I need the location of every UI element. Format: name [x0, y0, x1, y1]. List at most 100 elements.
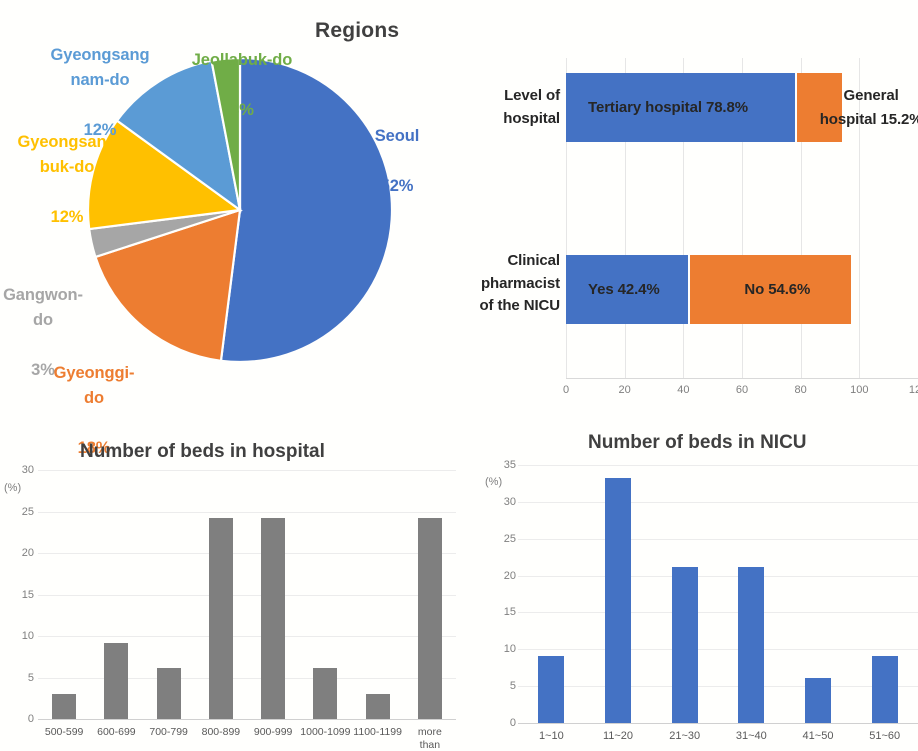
segment-label-general: General hospital 15.2%	[819, 87, 918, 128]
y-tick-label: 30	[21, 464, 34, 476]
bar[interactable]	[208, 518, 233, 719]
beds-nicu-plot-area	[518, 465, 918, 724]
stacked-bar-row-pharmacist: Yes 42.4% No 54.6%	[566, 255, 851, 324]
bar[interactable]	[261, 518, 286, 719]
pie-label-value: 3%	[230, 101, 254, 120]
x-category-label: more than 1200	[417, 726, 442, 751]
x-category-label: 700-799	[149, 726, 188, 738]
y-tick-label: 5	[27, 671, 34, 684]
pie-label-name: Gyeonggi- do	[53, 364, 135, 408]
x-tick-label: 20	[618, 384, 631, 396]
x-category-label: 21~30	[669, 730, 701, 742]
gridline	[518, 686, 918, 688]
x-tick-label: 100	[850, 384, 869, 396]
beds-in-nicu-chart: Number of beds in NICU (%) 0 5 10 15 20 25 30 3…	[470, 425, 918, 751]
pie-chart-title: Regions	[315, 19, 400, 42]
bar[interactable]	[417, 518, 442, 719]
x-tick-label: 80	[794, 384, 807, 396]
beds-hospital-title: Number of beds in hospital	[80, 441, 325, 462]
gridline	[518, 538, 918, 540]
segment-pharmacist-no[interactable]: No 54.6%	[690, 255, 851, 324]
y-tick-label: 0	[27, 713, 34, 725]
y-tick-label: 5	[509, 680, 516, 693]
pie-label-seoul: Seoul 52%	[352, 99, 442, 199]
category-label-clinical-pharmacist: Clinical pharmacist of the NICU	[479, 252, 560, 314]
bar[interactable]	[104, 643, 129, 719]
gridline	[518, 465, 918, 466]
segment-label-yes: Yes 42.4%	[588, 281, 660, 298]
segment-tertiary-hospital[interactable]: Tertiary hospital 78.8%	[566, 73, 798, 142]
figure-canvas: Regions Gyeongsang nam-do 12% Jeollabuk-…	[0, 0, 918, 751]
y-tick-label: 30	[503, 495, 516, 508]
segment-general-hospital[interactable]: General hospital 15.2%	[797, 73, 918, 142]
gridline	[38, 553, 456, 554]
y-tick-label: 10	[21, 630, 34, 642]
x-tick-label: 0	[562, 384, 570, 396]
bar[interactable]	[365, 694, 390, 719]
x-tick-label: 40	[677, 384, 690, 396]
x-category-label: 41~50	[802, 730, 834, 742]
pie-label-gyeongsangbuk-do: Gyeongsang buk-do 12%	[2, 105, 132, 230]
bar[interactable]	[52, 694, 77, 719]
x-category-label: 500-599	[44, 726, 84, 738]
x-category-label: 1000-1099	[300, 726, 351, 738]
regions-pie-chart: Regions Gyeongsang nam-do 12% Jeollabuk-…	[0, 0, 470, 457]
bar[interactable]	[805, 678, 831, 723]
y-tick-label: 25	[21, 505, 34, 518]
bar[interactable]	[538, 655, 565, 723]
x-category-label: 900-999	[253, 726, 293, 738]
beds-nicu-unit-label: (%)	[485, 476, 503, 488]
gridline	[38, 594, 456, 596]
y-tick-label: 0	[509, 717, 516, 729]
category-label-level-of-hospital: Level of hospital	[503, 87, 560, 127]
x-category-label: 11~20	[602, 730, 634, 742]
pie-label-value: 12%	[50, 208, 84, 227]
pie-label-jeollabuk-do: Jeollabuk-do 3%	[178, 23, 306, 123]
y-tick-label: 15	[21, 588, 34, 601]
x-tick-label: 120	[908, 384, 918, 396]
y-tick-label: 20	[503, 569, 516, 582]
segment-pharmacist-yes[interactable]: Yes 42.4%	[566, 255, 691, 324]
beds-hospital-unit-label: (%)	[4, 482, 22, 494]
beds-hospital-plot-area	[38, 470, 456, 720]
hospital-characteristics-chart: Level of hospital Clinical pharmacist of…	[470, 0, 918, 425]
y-tick-label: 35	[503, 459, 516, 471]
segment-label-tertiary: Tertiary hospital 78.8%	[588, 99, 748, 116]
gridline	[38, 719, 456, 720]
x-category-label: 600-699	[97, 726, 136, 738]
x-axis-line	[566, 378, 918, 379]
pie-label-name: Gyeongsang nam-do	[50, 46, 150, 90]
gridline	[38, 677, 456, 679]
gridline	[518, 649, 918, 651]
gridline	[38, 636, 456, 637]
stacked-bar-plot-area: Tertiary hospital 78.8% General hospital…	[563, 58, 918, 396]
pie-label-name: Seoul	[374, 127, 420, 146]
bar[interactable]	[871, 655, 898, 723]
gridline	[518, 612, 918, 614]
x-category-label: 1100-1199	[353, 726, 402, 738]
beds-in-hospital-chart: Number of beds in hospital (%) 0 5 10 15 20 2…	[0, 425, 470, 751]
gridline	[518, 575, 918, 577]
y-tick-label: 15	[503, 606, 516, 619]
bar[interactable]	[156, 668, 181, 719]
beds-nicu-title: Number of beds in NICU	[588, 432, 807, 453]
x-category-label: 31~40	[735, 730, 767, 742]
x-category-label: 51~60	[869, 730, 901, 742]
bar[interactable]	[671, 566, 698, 723]
pie-label-name: Gangwon- do	[3, 286, 83, 330]
segment-label-no: No 54.6%	[744, 281, 811, 298]
y-tick-label: 25	[503, 532, 516, 545]
bar[interactable]	[605, 477, 631, 723]
x-category-label: 800-899	[201, 726, 241, 738]
stacked-bar-row-level: Tertiary hospital 78.8% General hospital…	[566, 73, 918, 142]
pie-label-name: Jeollabuk-do	[191, 51, 293, 70]
pie-label-value: 52%	[380, 177, 414, 196]
bar[interactable]	[738, 566, 765, 723]
y-tick-label: 20	[21, 547, 34, 559]
gridline	[38, 470, 456, 471]
x-category-label: 1~10	[538, 730, 564, 742]
gridline	[38, 511, 456, 513]
x-tick-label: 60	[735, 384, 749, 396]
bar[interactable]	[313, 668, 338, 719]
y-tick-label: 10	[503, 643, 516, 656]
